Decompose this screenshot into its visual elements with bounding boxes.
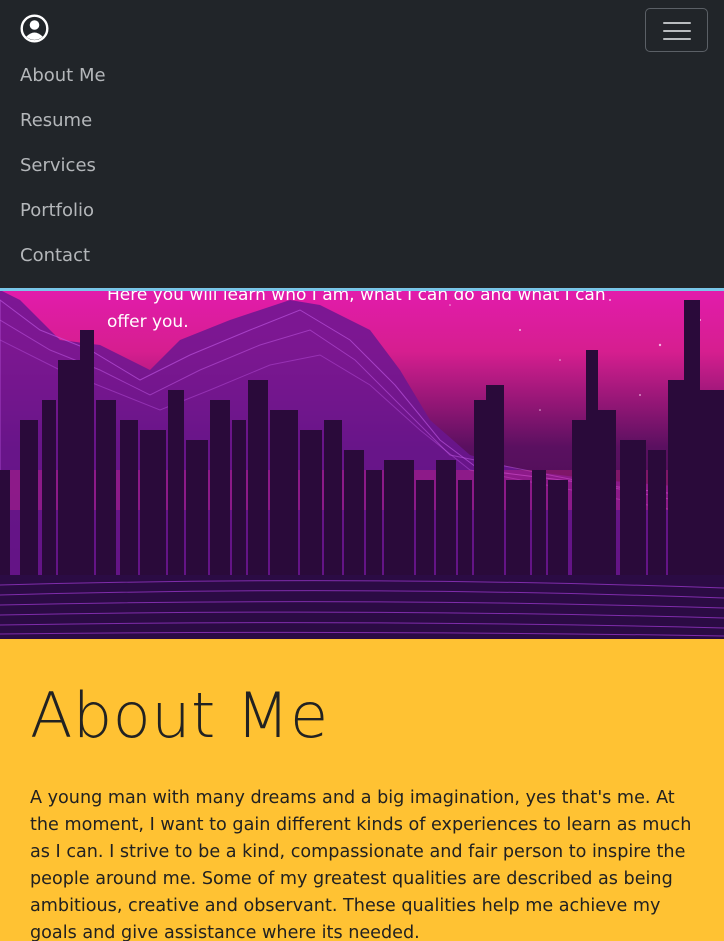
about-body: A young man with many dreams and a big i… — [30, 788, 692, 941]
hero-tagline-line2: offer you. — [107, 312, 189, 332]
nav-menu: About Me Resume Services Portfolio Conta… — [20, 58, 106, 283]
nav-item-contact[interactable]: Contact — [20, 238, 106, 283]
navbar: About Me Resume Services Portfolio Conta… — [0, 0, 724, 288]
nav-item-resume[interactable]: Resume — [20, 103, 106, 148]
user-circle-icon[interactable] — [20, 14, 49, 43]
navbar-toggler-button[interactable] — [645, 8, 708, 52]
about-title: About Me — [30, 679, 329, 752]
nav-item-portfolio[interactable]: Portfolio — [20, 193, 106, 238]
nav-item-services[interactable]: Services — [20, 148, 106, 193]
hamburger-menu-icon — [663, 22, 691, 24]
about-section: About Me A young man with many dreams an… — [0, 639, 724, 941]
nav-item-about-me[interactable]: About Me — [20, 58, 106, 103]
navbar-bottom-border — [0, 288, 724, 291]
